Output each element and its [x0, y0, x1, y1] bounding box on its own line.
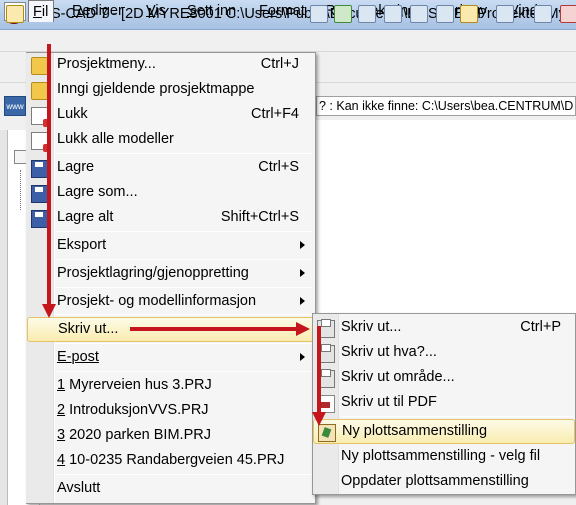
- annotation-arrow-down-head: [42, 304, 56, 318]
- plot-layout-icon: [318, 424, 336, 442]
- submenu-arrow-icon: [300, 241, 305, 249]
- drawing-canvas[interactable]: [316, 120, 576, 320]
- menu-sett-inn[interactable]: Sett inn: [184, 2, 239, 21]
- menu-bar: [0, 30, 576, 52]
- menu-fil[interactable]: Fil: [28, 0, 54, 22]
- annotation-arrow-down-line: [47, 44, 51, 306]
- toolbar-zoom-window-icon[interactable]: [334, 5, 352, 23]
- menu-separator: [56, 314, 312, 315]
- submenu-item-ny-plott-velg-fil[interactable]: Ny plottsammenstilling - velg fil: [313, 445, 575, 470]
- panel-strip: [0, 130, 8, 505]
- submenu-item-oppdater-plott[interactable]: Oppdater plottsammenstilling: [313, 470, 575, 495]
- annotation-arrow-right-head: [296, 322, 310, 336]
- toolbar-eye-icon[interactable]: [436, 5, 454, 23]
- menu-item-recent-4[interactable]: 4 10-0235 Randabergveien 45.PRJ: [27, 449, 315, 474]
- menu-item-lukk-alle[interactable]: Lukk alle modeller: [27, 128, 315, 153]
- menu-item-prosjektlagring[interactable]: Prosjektlagring/gjenoppretting: [27, 262, 315, 287]
- menu-separator: [56, 287, 312, 288]
- menu-item-recent-2[interactable]: 2 IntroduksjonVVS.PRJ: [27, 399, 315, 424]
- menu-item-lagre-som[interactable]: Lagre som...: [27, 181, 315, 206]
- menu-item-recent-3[interactable]: 3 2020 parken BIM.PRJ: [27, 424, 315, 449]
- toolbar-x-icon[interactable]: [358, 5, 376, 23]
- menu-separator: [56, 343, 312, 344]
- menu-item-eksport[interactable]: Eksport: [27, 234, 315, 259]
- status-message: ? : Kan ikke finne: C:\Users\bea.CENTRUM…: [316, 96, 576, 116]
- submenu-item-skriv-ut[interactable]: Skriv ut... Ctrl+P: [313, 316, 575, 341]
- toolbar-arrow-icon[interactable]: [560, 5, 576, 23]
- toolbar-zoom-icon[interactable]: [310, 5, 328, 23]
- menu-item-lagre[interactable]: Lagre Ctrl+S: [27, 156, 315, 181]
- menu-vis[interactable]: Vis: [143, 2, 169, 21]
- toolbar-view-icon[interactable]: [410, 5, 428, 23]
- menu-item-lagre-alt[interactable]: Lagre alt Shift+Ctrl+S: [27, 206, 315, 231]
- menu-format[interactable]: Format: [256, 2, 308, 21]
- menu-item-e-post[interactable]: E-post: [27, 346, 315, 371]
- annotation-arrow-down2-head: [312, 412, 326, 426]
- menu-separator: [56, 371, 312, 372]
- menu-item-prosjektinformasjon[interactable]: Prosjekt- og modellinformasjon: [27, 290, 315, 315]
- submenu-arrow-icon: [300, 297, 305, 305]
- menu-separator: [56, 259, 312, 260]
- submenu-item-skriv-ut-omrade[interactable]: Skriv ut område...: [313, 366, 575, 391]
- menu-item-prosjektmeny[interactable]: Prosjektmeny... Ctrl+J: [27, 53, 315, 78]
- submenu-item-ny-plottsammenstilling[interactable]: Ny plottsammenstilling: [313, 419, 575, 444]
- menu-item-recent-1[interactable]: 1 Myrerveien hus 3.PRJ: [27, 374, 315, 399]
- toolbar-layer-icon[interactable]: [496, 5, 514, 23]
- menu-rediger[interactable]: Rediger: [69, 2, 126, 21]
- toolbar-y-icon[interactable]: [384, 5, 402, 23]
- menu-item-avslutt[interactable]: Avslutt: [27, 477, 315, 502]
- menu-separator: [56, 231, 312, 232]
- web-icon[interactable]: www: [4, 96, 26, 116]
- submenu-arrow-icon: [300, 353, 305, 361]
- menu-item-lukk[interactable]: Lukk Ctrl+F4: [27, 103, 315, 128]
- submenu-arrow-icon: [300, 269, 305, 277]
- tree-connector: [20, 170, 21, 210]
- submenu-item-skriv-ut-hva[interactable]: Skriv ut hva?...: [313, 341, 575, 366]
- toolbar-filter-icon[interactable]: [460, 5, 478, 23]
- submenu-separator: [341, 416, 573, 417]
- annotation-arrow-right-line: [130, 327, 298, 331]
- toolbar-new-icon[interactable]: [6, 5, 24, 23]
- menu-separator: [56, 474, 312, 475]
- annotation-arrow-down2-line: [317, 326, 321, 414]
- toolbar-measure-icon[interactable]: [534, 5, 552, 23]
- menu-item-inngi-prosjektmappe[interactable]: Inngi gjeldende prosjektmappe: [27, 78, 315, 103]
- menu-separator: [56, 153, 312, 154]
- submenu-item-skriv-ut-pdf[interactable]: Skriv ut til PDF: [313, 391, 575, 416]
